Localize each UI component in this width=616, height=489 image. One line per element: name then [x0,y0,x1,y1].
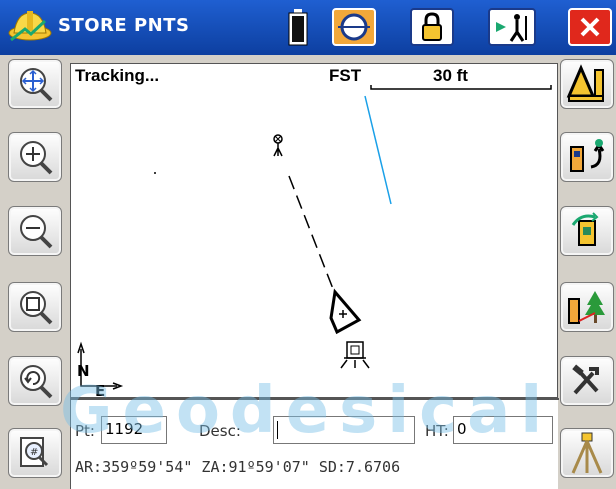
rod-swap-button[interactable] [560,132,614,182]
zoom-previous-button[interactable] [8,356,62,406]
zoom-extents-button[interactable] [8,59,62,109]
zoom-in-button[interactable] [8,132,62,182]
lock-icon[interactable] [410,8,454,46]
point-dot [154,172,156,174]
close-icon[interactable] [568,8,612,46]
zoom-window-button[interactable] [8,282,62,332]
tools-icon [572,364,599,395]
height-field[interactable]: 0 [453,416,553,444]
east-label: E [95,382,105,398]
scale-bar [370,85,552,90]
zoom-extents-icon [20,68,53,102]
point-number-field[interactable]: 1192 [101,416,167,444]
svg-text:#: # [30,447,38,458]
zoom-point-icon: # [20,437,49,467]
desc-label: Desc: [199,422,241,440]
title-bar: STORE PNTS [0,0,616,55]
cogo-button[interactable] [560,59,614,109]
instrument-rotate-icon [571,212,599,246]
stakeout-icon [568,291,605,324]
tripod-button[interactable] [560,428,614,478]
zoom-window-icon [20,291,53,325]
tripod-icon [571,432,603,474]
zoom-point-button[interactable]: # [8,428,62,478]
measure-target-icon[interactable] [332,8,376,46]
rod-swap-icon [570,139,605,172]
cogo-icon [566,64,604,102]
sight-line [288,175,336,295]
hardhat-logo-icon[interactable] [6,6,54,48]
north-label: N [77,362,90,380]
stakeout-button[interactable] [560,282,614,332]
map-canvas: N E [77,85,552,398]
description-field[interactable] [273,416,415,444]
blue-line [364,95,392,205]
battery-icon [282,8,314,46]
instrument-rotate-button[interactable] [560,206,614,256]
divider [71,398,559,400]
zoom-previous-icon [20,365,53,399]
app-title: STORE PNTS [58,15,190,36]
measurement-status: AR:359º59'54" ZA:91º59'07" SD:7.6706 [75,458,401,476]
station-setup-icon[interactable] [488,8,536,46]
current-position-icon [329,288,362,335]
tools-button[interactable] [560,356,614,406]
zoom-out-icon [20,215,53,249]
ht-label: HT: [425,422,449,440]
map-view[interactable]: Tracking... FST 30 ft N E [70,63,558,398]
backsight-target-icon [273,134,283,157]
zoom-out-button[interactable] [8,206,62,256]
point-form: Pt: 1192 Desc: HT: 0 AR:359º59'54" ZA:91… [70,398,559,489]
pt-label: Pt: [75,422,95,440]
text-cursor [277,420,278,439]
instrument-station-icon [340,341,370,369]
zoom-in-icon [20,141,53,175]
